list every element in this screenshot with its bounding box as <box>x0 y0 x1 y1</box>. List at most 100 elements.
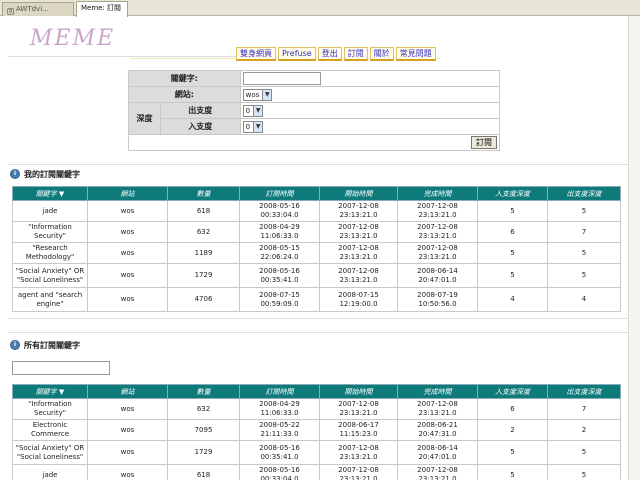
column-header-keyword[interactable]: 關鍵字 ▼ <box>12 384 88 399</box>
column-header-started[interactable]: 開始時間 <box>319 384 398 399</box>
cell-out-depth: 5 <box>547 263 621 288</box>
cell-subscribed: 2008-05-16 00:33:04.0 <box>239 200 320 222</box>
cell-out-depth: 5 <box>547 464 621 480</box>
cell-in-depth: 6 <box>477 398 548 420</box>
column-header-out-depth[interactable]: 出支度深度 <box>547 384 621 399</box>
subscribe-form: 關鍵字: 網站: wos ▼ 深度 出支度 0 ▼ 入支度 0 ▼ 訂閱 <box>128 70 501 151</box>
my-subscriptions-header: i 我的訂閱關鍵字 <box>10 168 80 180</box>
keyword-cell <box>239 70 501 87</box>
table-row[interactable]: "Research Methodology" wos 1189 2008-05-… <box>12 242 621 264</box>
cell-site: wos <box>87 398 168 420</box>
page-scrollbar[interactable] <box>628 16 640 480</box>
column-header-count[interactable]: 數量 <box>167 186 240 201</box>
column-header-finished[interactable]: 完成時間 <box>397 384 478 399</box>
table-row[interactable]: "Information Security" wos 632 2008-04-2… <box>12 221 621 243</box>
cell-subscribed: 2008-05-16 00:35:41.0 <box>239 263 320 288</box>
cell-started: 2007-12-08 23:13:21.0 <box>319 242 398 264</box>
nav-item-prefuse[interactable]: Prefuse <box>278 47 316 61</box>
all-subscriptions-header: i 所有訂閱關鍵字 <box>10 339 80 351</box>
cell-keyword: "Research Methodology" <box>12 242 88 264</box>
column-header-in-depth[interactable]: 入支度深度 <box>477 384 548 399</box>
cell-in-depth: 4 <box>477 287 548 312</box>
cell-subscribed: 2008-05-16 00:35:41.0 <box>239 440 320 465</box>
cell-keyword: Electronic Commerce <box>12 419 88 441</box>
column-header-subscribed[interactable]: 訂閱時間 <box>239 186 320 201</box>
column-header-count[interactable]: 數量 <box>167 384 240 399</box>
nav-item-subscribe[interactable]: 訂閱 <box>343 47 368 61</box>
table-row[interactable]: agent and "search engine" wos 4706 2008-… <box>12 287 621 312</box>
chevron-down-icon: ▼ <box>253 121 263 132</box>
my-subscriptions-title: 我的訂閱關鍵字 <box>24 169 80 179</box>
cell-finished: 2008-06-14 20:47:01.0 <box>397 263 478 288</box>
column-header-out-depth[interactable]: 出支度深度 <box>547 186 621 201</box>
cell-started: 2007-12-08 23:13:21.0 <box>319 398 398 420</box>
cell-in-depth: 5 <box>477 242 548 264</box>
cell-out-depth: 5 <box>547 242 621 264</box>
keyword-input[interactable] <box>242 72 321 85</box>
out-degree-select[interactable]: 0 ▼ <box>242 104 264 117</box>
subscribe-button[interactable]: 訂閱 <box>471 136 497 149</box>
table-row[interactable]: Electronic Commerce wos 7095 2008-05-22 … <box>12 419 621 441</box>
cell-started: 2008-06-17 11:15:23.0 <box>319 419 398 441</box>
cell-site: wos <box>87 242 168 264</box>
cell-keyword: "Social Anxiety" OR "Social Loneliness" <box>12 263 88 288</box>
keyword-filter-input[interactable] <box>12 361 110 375</box>
column-header-site[interactable]: 網站 <box>87 186 168 201</box>
in-degree-label: 入支度 <box>159 118 241 135</box>
column-header-site[interactable]: 網站 <box>87 384 168 399</box>
column-header-keyword[interactable]: 關鍵字 ▼ <box>12 186 88 201</box>
all-subscriptions-title: 所有訂閱關鍵字 <box>24 340 80 350</box>
section-divider <box>8 164 632 165</box>
cell-in-depth: 5 <box>477 464 548 480</box>
cell-finished: 2007-12-08 23:13:21.0 <box>397 200 478 222</box>
nav-item-web[interactable]: 雙身網頁 <box>236 47 276 61</box>
nav-item-faq[interactable]: 常見問題 <box>395 47 436 61</box>
cell-site: wos <box>87 464 168 480</box>
table-row[interactable]: "Information Security" wos 632 2008-04-2… <box>12 398 621 420</box>
cell-finished: 2008-07-19 10:50:56.0 <box>397 287 478 312</box>
cell-count: 618 <box>167 200 240 222</box>
column-header-finished[interactable]: 完成時間 <box>397 186 478 201</box>
nav-item-about[interactable]: 關於 <box>369 47 394 61</box>
cell-in-depth: 2 <box>477 419 548 441</box>
column-header-started[interactable]: 開始時間 <box>319 186 398 201</box>
in-degree-cell: 0 ▼ <box>239 118 501 135</box>
site-select[interactable]: wos ▼ <box>242 88 273 101</box>
cell-count: 618 <box>167 464 240 480</box>
cell-count: 632 <box>167 398 240 420</box>
table-header-row: 關鍵字 ▼ 網站 數量 訂閱時間 開始時間 完成時間 入支度深度 出支度深度 <box>12 186 621 201</box>
cell-out-depth: 5 <box>547 200 621 222</box>
cell-finished: 2007-12-08 23:13:21.0 <box>397 398 478 420</box>
submit-cell: 訂閱 <box>128 134 500 151</box>
cell-count: 632 <box>167 221 240 243</box>
cell-site: wos <box>87 287 168 312</box>
section-divider <box>8 332 632 333</box>
cell-out-depth: 5 <box>547 440 621 465</box>
cell-subscribed: 2008-07-15 00:59:09.0 <box>239 287 320 312</box>
table-row[interactable]: jade wos 618 2008-05-16 00:33:04.0 2007-… <box>12 200 621 222</box>
chevron-down-icon: ▼ <box>253 105 263 116</box>
browser-tab-2-label: Meme: 訂閱 <box>81 4 122 12</box>
site-cell: wos ▼ <box>239 86 501 103</box>
out-degree-label: 出支度 <box>159 102 241 119</box>
cell-count: 4706 <box>167 287 240 312</box>
cell-count: 1189 <box>167 242 240 264</box>
nav-item-logout[interactable]: 登出 <box>317 47 342 61</box>
site-logo[interactable]: MEME <box>30 26 115 51</box>
table-row[interactable]: "Social Anxiety" OR "Social Loneliness" … <box>12 263 621 288</box>
column-header-subscribed[interactable]: 訂閱時間 <box>239 384 320 399</box>
column-header-in-depth[interactable]: 入支度深度 <box>477 186 548 201</box>
site-label: 網站: <box>128 86 241 103</box>
table-row[interactable]: "Social Anxiety" OR "Social Loneliness" … <box>12 440 621 465</box>
browser-tab-2[interactable]: Meme: 訂閱 <box>76 1 128 17</box>
cell-finished: 2008-06-21 20:47:31.0 <box>397 419 478 441</box>
cell-keyword: "Social Anxiety" OR "Social Loneliness" <box>12 440 88 465</box>
cell-in-depth: 5 <box>477 263 548 288</box>
browser-tab-1-label: AWTdvi... <box>16 5 49 13</box>
browser-tab-1[interactable]: g AWTdvi... <box>2 2 74 16</box>
in-degree-select[interactable]: 0 ▼ <box>242 120 264 133</box>
site-select-value: wos <box>245 90 260 99</box>
table-row[interactable]: jade wos 618 2008-05-16 00:33:04.0 2007-… <box>12 464 621 480</box>
cell-started: 2007-12-08 23:13:21.0 <box>319 464 398 480</box>
cell-started: 2008-07-15 12:19:00.0 <box>319 287 398 312</box>
